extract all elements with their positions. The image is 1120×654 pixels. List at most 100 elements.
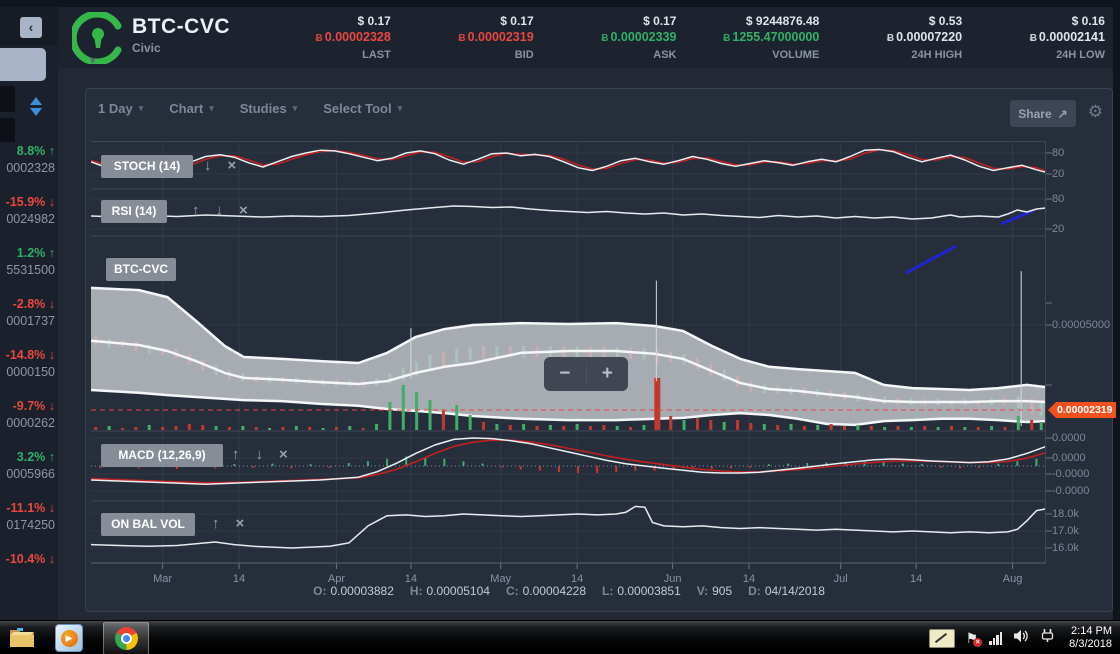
market-list-item[interactable]: -2.8% ↓ 0001737 (0, 296, 58, 347)
chart-toolbar: 1 Day ▾ Chart ▾ Studies ▾ Select Tool ▾ (98, 101, 402, 116)
market-volume: 0000150 (6, 365, 55, 379)
power-plug-icon[interactable] (1040, 628, 1055, 648)
ticker-stat: $ 0.16 Ƀ 0.00002141 24H LOW (962, 13, 1105, 63)
ticker-stat: $ 0.17 Ƀ 0.00002328 LAST (248, 13, 391, 63)
windows-taskbar: ▶ ⚑ × 2:14 PM 8/3/2018 (0, 620, 1120, 654)
market-tile (0, 118, 15, 142)
btc-value: Ƀ 0.00002328 (315, 30, 391, 44)
timeframe-menu[interactable]: 1 Day ▾ (98, 101, 143, 116)
market-change: 1.2% ↑ (16, 246, 55, 260)
rsi-panel-label[interactable]: RSI (14) (101, 200, 167, 223)
close-icon[interactable]: × (228, 157, 237, 174)
btc-symbol: Ƀ (315, 33, 323, 44)
market-volume: 0000262 (6, 416, 55, 430)
zoom-in-button[interactable]: + (587, 358, 629, 390)
usd-value: $ 0.17 (643, 14, 677, 28)
studies-menu[interactable]: Studies ▾ (240, 101, 298, 116)
market-list-item[interactable]: -15.9% ↓ 0024982 (0, 194, 58, 245)
ticker-stat: $ 0.53 Ƀ 0.00007220 24H HIGH (819, 13, 962, 63)
coin-name: Civic (132, 41, 161, 55)
market-change: -2.8% ↓ (12, 297, 55, 311)
chrome-icon (114, 627, 138, 650)
btc-symbol: Ƀ (723, 33, 731, 44)
obv-axis-16k: 16.0k (1052, 542, 1079, 554)
stat-label: BID (514, 49, 534, 61)
market-list-item[interactable]: -9.7% ↓ 0000262 (0, 398, 58, 449)
ticker-stat: $ 9244876.48 Ƀ 1255.47000000 VOLUME (676, 13, 819, 63)
stoch-panel-icons: ↓ × (204, 157, 236, 174)
ohlc-readout: O: 0.00003882 H: 0.00005104 C: 0.00004228 L… (86, 584, 1052, 598)
market-dropdown[interactable] (0, 48, 46, 81)
market-list-item[interactable]: 8.8% ↑ 0002328 (0, 143, 58, 194)
collapse-sidebar-button[interactable]: ‹ (20, 17, 42, 38)
btc-symbol: Ƀ (1029, 33, 1037, 44)
stoch-panel-label[interactable]: STOCH (14) (101, 155, 193, 178)
btc-symbol: Ƀ (458, 33, 466, 44)
ticker-stat: $ 0.17 Ƀ 0.00002339 ASK (534, 13, 677, 63)
btc-value: Ƀ 0.00002141 (1029, 30, 1105, 44)
sort-icon[interactable] (30, 97, 44, 119)
move-down-icon[interactable]: ↓ (256, 446, 264, 463)
date: 8/3/2018 (1069, 638, 1112, 650)
zoom-control: − + (544, 357, 628, 391)
ticker-stat: $ 0.17 Ƀ 0.00002319 BID (391, 13, 534, 63)
ohlc-field: C: 0.00004228 (505, 584, 587, 598)
tablet-pen-input-icon[interactable] (928, 628, 955, 648)
chevron-down-icon: ▾ (292, 103, 298, 113)
macd-axis-2: 0.0000 (1052, 452, 1086, 464)
btc-symbol: Ƀ (601, 33, 609, 44)
rsi-axis-20: 20 (1052, 223, 1065, 235)
market-volume: 5531500 (6, 263, 55, 277)
ticker-stats: $ 0.17 Ƀ 0.00002328 LAST $ 0.17 Ƀ 0.000023… (248, 13, 1105, 63)
price-axis-label: 0.00005000 (1052, 319, 1111, 331)
ohlc-field: V: 905 (696, 584, 733, 598)
action-center-flag-icon[interactable]: ⚑ × (966, 631, 983, 647)
market-list-item[interactable]: -10.4% ↓ (0, 551, 58, 602)
media-player-icon[interactable]: ▶ (55, 624, 83, 652)
move-up-icon[interactable]: ↑ (232, 446, 240, 463)
chevron-down-icon[interactable]: ▾ (90, 54, 96, 67)
taskbar-clock[interactable]: 2:14 PM 8/3/2018 (1069, 625, 1112, 651)
pair-title: BTC-CVC (132, 15, 230, 38)
file-explorer-icon[interactable] (8, 624, 38, 652)
market-list-item[interactable]: 3.2% ↑ 0005966 (0, 449, 58, 500)
move-up-icon[interactable]: ↑ (192, 202, 200, 219)
zoom-out-button[interactable]: − (544, 358, 586, 390)
btc-value: Ƀ 0.00002319 (458, 30, 534, 44)
stat-label: ASK (653, 49, 677, 61)
btc-value: Ƀ 0.00007220 (886, 30, 963, 44)
close-icon[interactable]: × (239, 202, 248, 219)
market-change: 3.2% ↑ (16, 450, 55, 464)
obv-panel-icons: ↑ × (212, 515, 244, 532)
speaker-icon[interactable] (1013, 629, 1029, 648)
market-list-item[interactable]: -11.1% ↓ 0174250 (0, 500, 58, 551)
move-down-icon[interactable]: ↓ (216, 202, 224, 219)
market-list-item[interactable]: 1.2% ↑ 5531500 (0, 245, 58, 296)
close-icon[interactable]: × (236, 515, 245, 532)
system-tray: ⚑ × 2:14 PM 8/3/2018 (928, 621, 1116, 654)
chrome-taskbar-button[interactable] (103, 622, 149, 654)
stat-label: VOLUME (772, 49, 820, 61)
chart-card: 1 Day ▾ Chart ▾ Studies ▾ Select Tool ▾ Shar… (85, 88, 1117, 612)
usd-value: $ 0.53 (928, 14, 963, 28)
chevron-down-icon: ▾ (209, 103, 214, 113)
close-icon[interactable]: × (279, 446, 288, 463)
main-panel-label[interactable]: BTC-CVC (106, 258, 176, 281)
stoch-axis-80: 80 (1052, 147, 1065, 159)
stat-label: 24H LOW (1056, 49, 1105, 61)
macd-panel-label[interactable]: MACD (12,26,9) (101, 444, 223, 467)
macd-axis-1: 0.0000 (1052, 432, 1086, 444)
last-price-badge: 0.00002319 (1048, 402, 1117, 418)
market-list-item[interactable]: -14.8% ↓ 0000150 (0, 347, 58, 398)
chart-menu[interactable]: Chart ▾ (169, 101, 213, 116)
network-signal-icon[interactable] (989, 631, 1003, 645)
move-up-icon[interactable]: ↑ (212, 515, 220, 532)
ohlc-field: H: 0.00005104 (409, 584, 490, 598)
obv-panel-label[interactable]: ON BAL VOL (101, 513, 195, 536)
move-down-icon[interactable]: ↓ (204, 157, 212, 174)
market-change: -14.8% ↓ (5, 348, 55, 362)
gear-icon[interactable]: ⚙ (1088, 102, 1103, 122)
chevron-down-icon: ▾ (138, 103, 144, 113)
select-tool-menu[interactable]: Select Tool ▾ (323, 101, 402, 116)
share-button[interactable]: Share ↗ (1010, 100, 1076, 127)
